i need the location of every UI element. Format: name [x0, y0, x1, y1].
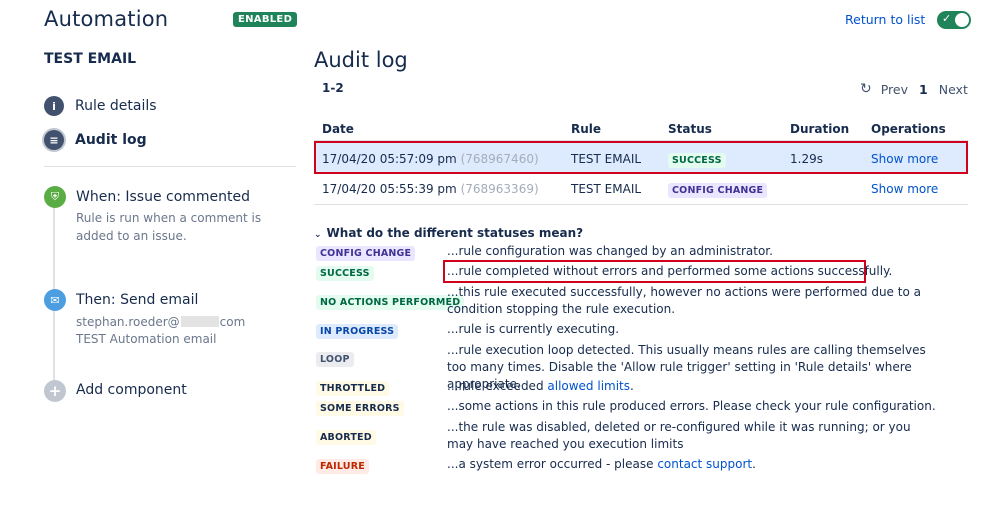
- execution-id: (768963369): [460, 182, 539, 196]
- legend-description: ...a system error occurred - please cont…: [447, 456, 947, 473]
- show-more-link[interactable]: Show more: [871, 152, 938, 166]
- legend-text: ...rule exceeded: [447, 379, 548, 393]
- row-date-text: 17/04/20 05:57:09 pm: [322, 152, 457, 166]
- legend-lozenge-success: SUCCESS: [316, 266, 374, 281]
- current-page[interactable]: 1: [919, 82, 928, 97]
- rule-name: TEST EMAIL: [44, 51, 137, 67]
- legend-heading: What do the different statuses mean?: [326, 226, 584, 240]
- row-date-text: 17/04/20 05:55:39 pm: [322, 182, 457, 196]
- legend-text-end: .: [752, 457, 756, 471]
- list-icon: ≡: [44, 130, 64, 150]
- result-range: 1-2: [322, 81, 344, 95]
- execution-id: (768967460): [460, 152, 539, 166]
- action-subject: TEST Automation email: [76, 332, 217, 346]
- column-header-operations: Operations: [871, 122, 946, 136]
- legend-description: ...the rule was disabled, deleted or re-…: [447, 420, 911, 451]
- legend-description: ...rule exceeded allowed limits.: [447, 378, 947, 395]
- action-title[interactable]: Then: Send email: [76, 292, 198, 308]
- trigger-shield-icon: ⛨: [44, 186, 66, 208]
- row-rule: TEST EMAIL: [571, 152, 642, 166]
- add-icon[interactable]: +: [44, 380, 66, 402]
- show-more-link[interactable]: Show more: [871, 182, 938, 196]
- trigger-title[interactable]: When: Issue commented: [76, 189, 250, 205]
- contact-support-link[interactable]: contact support: [657, 457, 752, 471]
- table-row-divider: [314, 204, 968, 205]
- nav-rule-details[interactable]: i Rule details: [44, 94, 157, 118]
- column-header-duration: Duration: [790, 122, 850, 136]
- sidebar-divider: [44, 166, 296, 167]
- prev-button[interactable]: Prev: [881, 82, 908, 97]
- status-lozenge-success: SUCCESS: [668, 153, 726, 168]
- nav-label: Audit log: [75, 132, 147, 148]
- row-duration: 1.29s: [790, 152, 823, 166]
- next-button[interactable]: Next: [939, 82, 968, 97]
- redacted-block: [180, 316, 219, 327]
- legend-text-end: .: [630, 379, 634, 393]
- status-badge: ENABLED: [233, 12, 298, 27]
- column-header-date: Date: [322, 122, 354, 136]
- legend-description: ...some actions in this rule produced er…: [447, 399, 936, 413]
- page-title: Audit log: [314, 48, 408, 72]
- row-rule: TEST EMAIL: [571, 182, 642, 196]
- legend-lozenge-no-actions: NO ACTIONS PERFORMED: [316, 295, 465, 310]
- status-lozenge-config-change: CONFIG CHANGE: [668, 183, 768, 198]
- row-date: 17/04/20 05:55:39 pm (768963369): [322, 182, 539, 196]
- legend-description: ...rule configuration was changed by an …: [447, 244, 773, 258]
- nav-audit-log[interactable]: ≡ Audit log: [44, 128, 147, 152]
- legend-lozenge-some-errors: SOME ERRORS: [316, 401, 404, 416]
- add-component-button[interactable]: Add component: [76, 382, 187, 398]
- row-date: 17/04/20 05:57:09 pm (768967460): [322, 152, 539, 166]
- email-icon: ✉: [44, 289, 66, 311]
- pagination: ↻ Prev 1 Next: [860, 81, 968, 97]
- nav-label: Rule details: [75, 98, 157, 114]
- legend-lozenge-throttled: THROTTLED: [316, 381, 390, 396]
- info-icon: i: [44, 96, 64, 116]
- trigger-description: Rule is run when a comment is added to a…: [76, 211, 262, 243]
- recipient-suffix: com: [219, 315, 246, 329]
- legend-lozenge-loop: LOOP: [316, 352, 354, 367]
- allowed-limits-link[interactable]: allowed limits: [547, 379, 630, 393]
- column-header-rule: Rule: [571, 122, 602, 136]
- app-title: Automation: [44, 7, 169, 31]
- legend-description: ...rule completed without errors and per…: [447, 264, 893, 278]
- action-recipient: stephan.roeder@ com: [76, 313, 298, 331]
- check-icon: ✓: [942, 12, 952, 25]
- legend-lozenge-config-change: CONFIG CHANGE: [316, 246, 416, 261]
- return-to-list-link[interactable]: Return to list: [845, 12, 925, 27]
- legend-lozenge-failure: FAILURE: [316, 459, 369, 474]
- legend-text: ...a system error occurred - please: [447, 457, 658, 471]
- rule-enabled-toggle[interactable]: ✓: [937, 11, 971, 29]
- legend-lozenge-in-progress: IN PROGRESS: [316, 324, 399, 339]
- legend-lozenge-aborted: ABORTED: [316, 430, 376, 445]
- recipient-prefix: stephan.roeder@: [76, 315, 180, 329]
- toggle-knob: [955, 13, 969, 27]
- legend-description: ...rule is currently executing.: [447, 322, 620, 336]
- status-legend-toggle[interactable]: ⌄ What do the different statuses mean?: [314, 226, 583, 240]
- refresh-icon[interactable]: ↻: [860, 81, 872, 97]
- column-header-status: Status: [668, 122, 712, 136]
- legend-description: ...this rule executed successfully, howe…: [447, 285, 921, 316]
- chevron-down-icon: ⌄: [314, 230, 322, 240]
